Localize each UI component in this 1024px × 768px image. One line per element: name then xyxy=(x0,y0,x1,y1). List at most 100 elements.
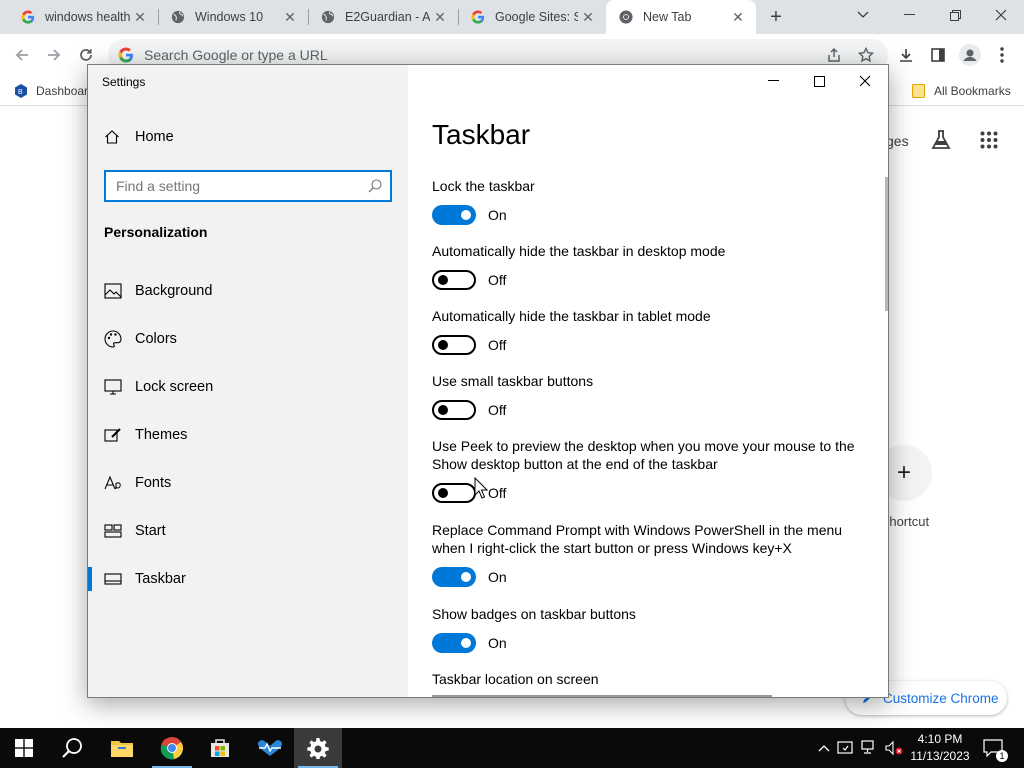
windows-logo-icon xyxy=(15,739,33,757)
lock-taskbar-toggle[interactable] xyxy=(432,205,476,225)
menu-dots-icon[interactable] xyxy=(990,43,1014,67)
tab-title: Windows 10 xyxy=(195,10,264,24)
apps-grid-icon[interactable] xyxy=(980,131,998,154)
new-tab-button[interactable]: + xyxy=(764,5,788,29)
google-g-icon xyxy=(118,47,134,63)
store-taskbar-button[interactable] xyxy=(196,728,244,768)
tab-title: New Tab xyxy=(643,10,692,24)
tab-search-icon[interactable] xyxy=(840,0,886,30)
security-shield-icon[interactable] xyxy=(836,738,856,758)
setting-location: Taskbar location on screen xyxy=(432,670,872,688)
find-setting-input[interactable]: Find a setting xyxy=(104,170,392,202)
tab-e2guardian[interactable]: E2Guardian - Ac ✕ xyxy=(308,0,458,34)
setting-autohide-tablet: Automatically hide the taskbar in tablet… xyxy=(432,307,872,355)
nav-item-taskbar[interactable]: Taskbar xyxy=(88,559,408,599)
toggle-state: On xyxy=(488,635,507,651)
network-icon[interactable] xyxy=(860,738,880,758)
chrome-icon xyxy=(618,9,634,25)
nav-item-themes[interactable]: Themes xyxy=(88,415,408,455)
settings-maximize-button[interactable] xyxy=(796,65,842,97)
address-placeholder: Search Google or type a URL xyxy=(144,47,328,63)
setting-powershell: Replace Command Prompt with Windows Powe… xyxy=(432,521,852,587)
nav-item-colors[interactable]: Colors xyxy=(88,319,408,359)
close-icon[interactable]: ✕ xyxy=(578,7,598,27)
restore-button[interactable] xyxy=(932,0,978,30)
folder-icon xyxy=(111,741,133,757)
palette-icon xyxy=(104,330,122,348)
nav-item-fonts[interactable]: Fonts xyxy=(88,463,408,503)
globe-icon xyxy=(170,9,186,25)
toggle-state: Off xyxy=(488,402,507,418)
nav-item-background[interactable]: Background xyxy=(88,271,408,311)
customize-label: Customize Chrome xyxy=(883,690,999,706)
google-g-icon xyxy=(470,9,486,25)
section-heading: Personalization xyxy=(104,224,208,240)
taskbar-location-dropdown[interactable] xyxy=(432,695,772,697)
monitor-icon xyxy=(104,378,122,396)
dashboard-icon: B xyxy=(14,84,28,98)
mouse-cursor-icon xyxy=(474,476,489,499)
show-hidden-icons-button[interactable] xyxy=(814,738,834,758)
search-icon[interactable] xyxy=(368,179,382,193)
back-button[interactable] xyxy=(10,43,34,67)
tab-windows-10[interactable]: Windows 10 ✕ xyxy=(158,0,308,34)
autohide-desktop-toggle[interactable] xyxy=(432,270,476,290)
badges-toggle[interactable] xyxy=(432,633,476,653)
file-explorer-button[interactable] xyxy=(98,728,146,768)
nav-label: Background xyxy=(135,283,213,299)
settings-content: Taskbar Lock the taskbar On Automaticall… xyxy=(408,65,888,697)
toggle-state: Off xyxy=(488,272,507,288)
side-panel-icon[interactable] xyxy=(926,43,950,67)
home-nav-item[interactable]: Home xyxy=(104,129,174,145)
settings-sidebar: Settings Home Find a setting Personaliza… xyxy=(88,65,408,697)
taskbar-search-button[interactable] xyxy=(48,728,96,768)
powershell-toggle[interactable] xyxy=(432,567,476,587)
setting-label: Replace Command Prompt with Windows Powe… xyxy=(432,522,843,556)
chrome-taskbar-button[interactable] xyxy=(148,728,196,768)
close-window-button[interactable] xyxy=(978,0,1024,30)
close-icon[interactable]: ✕ xyxy=(130,7,150,27)
windows-taskbar: 4:10 PM 11/13/2023 1 xyxy=(0,728,1024,768)
tab-title: windows health xyxy=(45,10,130,24)
close-icon[interactable]: ✕ xyxy=(280,7,300,27)
window-title: Settings xyxy=(102,75,146,89)
settings-close-button[interactable] xyxy=(842,65,888,97)
system-clock[interactable]: 4:10 PM 11/13/2023 xyxy=(902,731,978,765)
health-app-taskbar-button[interactable] xyxy=(246,728,294,768)
bookmark-dashboard[interactable]: B Dashboar xyxy=(14,82,88,100)
images-link[interactable]: ges xyxy=(886,133,909,149)
autohide-tablet-toggle[interactable] xyxy=(432,335,476,355)
brush-icon xyxy=(104,426,122,444)
setting-peek: Use Peek to preview the desktop when you… xyxy=(432,437,862,503)
tab-strip: windows health ✕ Windows 10 ✕ E2Guardian… xyxy=(0,0,1024,34)
start-button[interactable] xyxy=(0,728,48,768)
minimize-button[interactable] xyxy=(886,0,932,30)
setting-label: Automatically hide the taskbar in deskto… xyxy=(432,243,726,259)
download-icon[interactable] xyxy=(894,43,918,67)
toggle-state: Off xyxy=(488,485,507,501)
globe-icon xyxy=(320,9,336,25)
volume-muted-icon[interactable] xyxy=(884,738,904,758)
tab-windows-health[interactable]: windows health ✕ xyxy=(8,0,158,34)
forward-button[interactable] xyxy=(42,43,66,67)
nav-item-start[interactable]: Start xyxy=(88,511,408,551)
peek-toggle[interactable] xyxy=(432,483,476,503)
close-icon[interactable]: ✕ xyxy=(728,7,748,27)
toggle-state: Off xyxy=(488,337,507,353)
labs-flask-icon[interactable] xyxy=(930,129,952,156)
small-buttons-toggle[interactable] xyxy=(432,400,476,420)
tab-google-sites[interactable]: Google Sites: Si ✕ xyxy=(458,0,606,34)
nav-label: Taskbar xyxy=(135,571,186,587)
tab-new-tab[interactable]: New Tab ✕ xyxy=(606,0,756,34)
nav-item-lock-screen[interactable]: Lock screen xyxy=(88,367,408,407)
profile-avatar[interactable] xyxy=(958,43,982,67)
setting-autohide-desktop: Automatically hide the taskbar in deskto… xyxy=(432,242,872,290)
all-bookmarks[interactable]: All Bookmarks xyxy=(912,82,1011,100)
heart-monitor-icon xyxy=(258,740,282,756)
settings-taskbar-button[interactable] xyxy=(294,728,342,768)
close-icon[interactable]: ✕ xyxy=(430,7,450,27)
font-icon xyxy=(104,474,122,492)
scrollbar[interactable] xyxy=(885,177,888,311)
chrome-icon xyxy=(160,737,183,760)
settings-minimize-button[interactable] xyxy=(750,65,796,97)
